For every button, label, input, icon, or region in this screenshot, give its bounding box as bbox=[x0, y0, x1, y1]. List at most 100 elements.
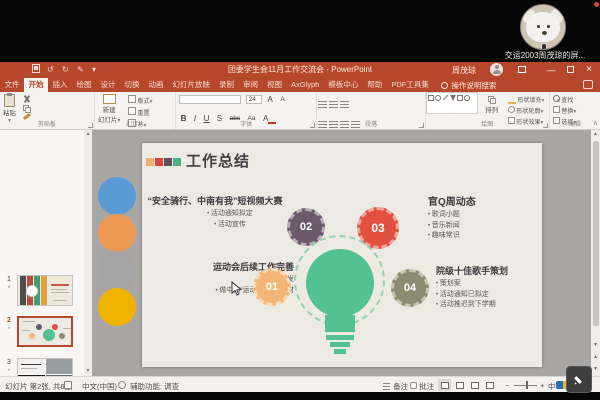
tab-axglyph[interactable]: AxGlyph bbox=[287, 78, 324, 92]
cut-icon[interactable] bbox=[23, 95, 31, 103]
arrange-icon bbox=[488, 96, 496, 104]
zoom-out-icon[interactable]: − bbox=[505, 381, 509, 390]
ime-indicator[interactable]: 中 bbox=[548, 381, 556, 392]
reading-view-button[interactable] bbox=[468, 379, 481, 391]
scroll-up-icon[interactable]: ▲ bbox=[591, 131, 600, 137]
gear-number: 04 bbox=[404, 282, 416, 294]
comments-bubble-icon[interactable] bbox=[583, 80, 593, 89]
layout-button[interactable]: 版式▾ bbox=[128, 95, 153, 105]
participant-video-tile[interactable] bbox=[520, 4, 566, 50]
shrink-font-icon[interactable]: A bbox=[280, 95, 284, 105]
lightbulb-base-bar[interactable] bbox=[334, 349, 346, 354]
tab-pdf-tools[interactable]: PDF工具集 bbox=[387, 78, 434, 92]
undo-icon[interactable]: ↺ bbox=[47, 64, 54, 76]
statusbar: 幻灯片 第2张, 共6张 中文(中国) 辅助功能: 调查 备注 批注 − + 中 bbox=[0, 376, 600, 392]
text-block-singer-contest[interactable]: 院级十佳歌手策划 策划案 活动通知已拟定 活动推迟到下学期 bbox=[436, 264, 508, 311]
accessibility-status[interactable]: 辅助功能: 调查 bbox=[130, 381, 179, 392]
language-indicator[interactable]: 中文(中国) bbox=[82, 381, 117, 392]
comments-button[interactable]: 批注 bbox=[410, 381, 434, 392]
clipboard-icon bbox=[4, 94, 15, 107]
slide-number: 3 bbox=[4, 359, 14, 366]
slide-number: 2 bbox=[4, 317, 14, 324]
redo-icon[interactable]: ↻ bbox=[62, 64, 69, 76]
group-slides: 新建 幻灯片▾ 版式▾ 重置 节▾ 幻灯片 bbox=[95, 92, 176, 129]
account-avatar[interactable] bbox=[490, 63, 503, 76]
tab-file[interactable]: 文件 bbox=[0, 78, 24, 92]
slideshow-view-button[interactable] bbox=[483, 379, 496, 391]
scroll-down-icon[interactable]: ▼ bbox=[84, 368, 92, 374]
collapse-ribbon-icon[interactable]: ∧ bbox=[593, 119, 598, 127]
shape-outline-button[interactable]: 形状轮廓▾ bbox=[508, 106, 545, 115]
gear-shape-04[interactable]: 04 bbox=[391, 269, 429, 307]
lightbulb-neck-shape[interactable] bbox=[325, 315, 355, 332]
minimize-button[interactable]: — bbox=[543, 64, 559, 76]
tab-slideshow[interactable]: 幻灯片放映 bbox=[168, 78, 215, 92]
zoom-slider-handle[interactable] bbox=[526, 381, 528, 389]
indent-icon[interactable] bbox=[340, 101, 349, 109]
tab-draw[interactable]: 绘图 bbox=[72, 78, 96, 92]
arrange-button[interactable]: 排列 bbox=[482, 92, 501, 114]
dialog-launcher-icon[interactable] bbox=[543, 123, 548, 128]
tab-animations[interactable]: 动画 bbox=[144, 78, 168, 92]
notes-button[interactable]: 备注 bbox=[382, 381, 408, 392]
scrollbar-thumb[interactable] bbox=[593, 141, 599, 326]
offslide-circle-blue[interactable] bbox=[98, 177, 136, 215]
reset-button[interactable]: 重置 bbox=[128, 107, 153, 117]
grow-font-icon[interactable]: A bbox=[268, 95, 273, 105]
slide-sorter-view-button[interactable] bbox=[453, 379, 466, 391]
dialog-launcher-icon[interactable] bbox=[419, 123, 424, 128]
tab-home[interactable]: 开始 bbox=[24, 78, 48, 92]
find-button[interactable]: 查找 bbox=[553, 95, 577, 104]
tab-review[interactable]: 审阅 bbox=[239, 78, 263, 92]
slide-title[interactable]: 工作总结 bbox=[186, 150, 250, 171]
tab-view[interactable]: 视图 bbox=[263, 78, 287, 92]
lightbulb-base-bar[interactable] bbox=[330, 342, 350, 347]
panel-scrollbar[interactable]: ▲ ▼ bbox=[84, 130, 92, 376]
offslide-circle-gray[interactable] bbox=[98, 251, 136, 289]
scroll-up-icon[interactable]: ▲ bbox=[84, 131, 92, 137]
numbered-list-icon[interactable] bbox=[329, 101, 338, 109]
save-icon[interactable] bbox=[32, 64, 40, 73]
font-size-input[interactable]: 24 bbox=[246, 95, 262, 104]
letterbox-bottom bbox=[0, 392, 600, 400]
annotation-pen-button[interactable] bbox=[566, 366, 592, 393]
zoom-in-icon[interactable]: + bbox=[540, 381, 544, 390]
group-label: 字体 bbox=[176, 119, 316, 128]
ribbon-display-options-button[interactable] bbox=[514, 64, 530, 76]
scroll-down-icon[interactable]: ▼ bbox=[591, 342, 600, 348]
tab-design[interactable]: 设计 bbox=[96, 78, 120, 92]
close-button[interactable]: × bbox=[581, 64, 597, 76]
tell-me-search[interactable]: 操作说明搜索 bbox=[441, 78, 496, 92]
restore-button[interactable] bbox=[562, 64, 578, 76]
text-block-video-contest[interactable]: “安全骑行、中南有我”短视频大赛 活动通知拟定 活动宣传 bbox=[146, 194, 284, 230]
previous-slide-icon[interactable]: ▲ bbox=[591, 354, 600, 360]
tab-template-center[interactable]: 模板中心 bbox=[324, 78, 363, 92]
group-label: 幻灯片 bbox=[95, 119, 175, 128]
replace-button[interactable]: 替换▾ bbox=[553, 106, 577, 115]
thumbnail-slide-2-selected[interactable] bbox=[17, 316, 73, 347]
offslide-circle-yellow[interactable] bbox=[98, 288, 136, 326]
normal-view-button[interactable] bbox=[438, 379, 451, 391]
dialog-launcher-icon[interactable] bbox=[310, 123, 315, 128]
bullet-list-icon[interactable] bbox=[318, 101, 327, 109]
tab-help[interactable]: 帮助 bbox=[363, 78, 387, 92]
lightbulb-base-bar[interactable] bbox=[326, 335, 354, 340]
screen-share-label: 交运2003周茂琼的屏... bbox=[492, 50, 598, 61]
next-slide-icon[interactable]: ▼ bbox=[591, 366, 600, 372]
account-user-name[interactable]: 周茂琼 bbox=[452, 65, 476, 76]
draw-pen-icon[interactable]: ✎ bbox=[77, 64, 84, 76]
dialog-launcher-icon[interactable] bbox=[88, 123, 93, 128]
text-block-qq-weekly[interactable]: 官Q周动态 歌词小题 音乐新闻 趣味常识 bbox=[428, 193, 476, 242]
tab-transitions[interactable]: 切换 bbox=[120, 78, 144, 92]
copy-icon[interactable] bbox=[23, 105, 31, 113]
qat-dropdown-icon[interactable]: ▾ bbox=[92, 64, 96, 76]
lightbulb-head-shape[interactable] bbox=[306, 249, 374, 317]
shapes-gallery[interactable] bbox=[426, 92, 478, 114]
tab-record[interactable]: 录制 bbox=[215, 78, 239, 92]
shape-fill-button[interactable]: 形状填充▾ bbox=[508, 95, 545, 104]
font-name-input[interactable] bbox=[179, 95, 241, 104]
gear-shape-01[interactable]: 01 bbox=[253, 268, 291, 306]
offslide-circle-orange[interactable] bbox=[98, 214, 136, 252]
tab-insert[interactable]: 插入 bbox=[48, 78, 72, 92]
thumbnail-slide-1[interactable] bbox=[17, 275, 73, 306]
